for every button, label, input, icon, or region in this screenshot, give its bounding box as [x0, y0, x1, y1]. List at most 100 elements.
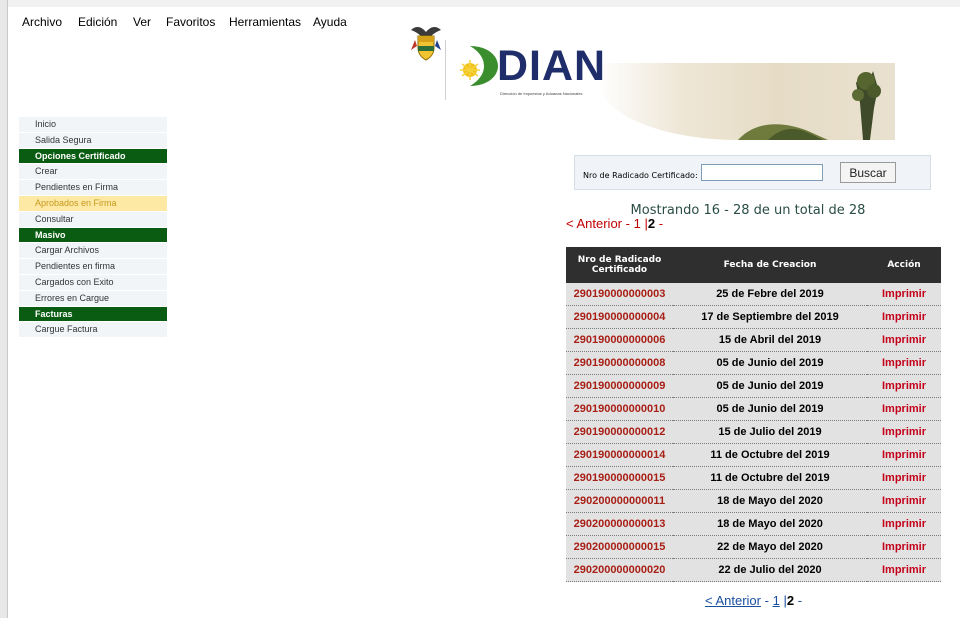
sidebar-item-pendientes-en-firma[interactable]: Pendientes en Firma — [19, 180, 167, 196]
fecha-cell: 18 de Mayo del 2020 — [673, 512, 867, 536]
imprimir-link[interactable]: Imprimir — [867, 558, 941, 582]
menu-archivo[interactable]: Archivo — [22, 15, 62, 29]
pager-bottom-page-1-link[interactable]: 1 — [773, 593, 780, 608]
imprimir-link[interactable]: Imprimir — [867, 489, 941, 513]
imprimir-link[interactable]: Imprimir — [867, 512, 941, 536]
radicado-number-link[interactable]: 290190000000006 — [566, 328, 673, 352]
sidebar-item-errores-en-cargue[interactable]: Errores en Cargue — [19, 291, 167, 307]
radicado-number-link[interactable]: 290190000000012 — [566, 420, 673, 444]
sidebar-item-crear[interactable]: Crear — [19, 164, 167, 180]
fecha-cell: 15 de Julio del 2019 — [673, 420, 867, 444]
sidebar-item-cargue-factura[interactable]: Cargue Factura — [19, 322, 167, 338]
coat-of-arms-logo — [405, 20, 447, 62]
sidebar-section-opciones-certificado: Opciones Certificado — [19, 149, 167, 164]
table-row: 290190000000010 05 de Junio del 2019 Impri… — [566, 397, 941, 421]
dian-logo-subtitle: Dirección de Impuestos y Aduanas Naciona… — [500, 91, 583, 96]
fecha-cell: 18 de Mayo del 2020 — [673, 489, 867, 513]
window-top-strip — [8, 0, 960, 7]
logo-divider — [445, 40, 446, 100]
radicado-number-link[interactable]: 290200000000013 — [566, 512, 673, 536]
table-row: 290190000000012 15 de Julio del 2019 Impri… — [566, 420, 941, 444]
sidebar-item-consultar[interactable]: Consultar — [19, 212, 167, 228]
imprimir-link[interactable]: Imprimir — [867, 420, 941, 444]
fecha-cell: 11 de Octubre del 2019 — [673, 466, 867, 490]
radicado-number-link[interactable]: 290190000000003 — [566, 283, 673, 306]
dian-logo-text: DIAN — [497, 42, 607, 90]
table-row: 290190000000003 25 de Febre del 2019 Impri… — [566, 283, 941, 306]
table-row: 290200000000013 18 de Mayo del 2020 Imprim… — [566, 512, 941, 536]
sidebar-item-salida-segura[interactable]: Salida Segura — [19, 133, 167, 149]
imprimir-link[interactable]: Imprimir — [867, 374, 941, 398]
imprimir-link[interactable]: Imprimir — [867, 535, 941, 559]
sidebar-section-facturas: Facturas — [19, 307, 167, 322]
menu-ver[interactable]: Ver — [133, 15, 151, 29]
radicado-number-link[interactable]: 290200000000020 — [566, 558, 673, 582]
menu-herramientas[interactable]: Herramientas — [229, 15, 301, 29]
pager-top: < Anterior - 1 |2 - — [566, 216, 663, 231]
radicado-number-link[interactable]: 290200000000015 — [566, 535, 673, 559]
imprimir-link[interactable]: Imprimir — [867, 283, 941, 306]
table-row: 290190000000014 11 de Octubre del 2019 Imp… — [566, 443, 941, 467]
sidebar-item-pendientes-firma-masivo[interactable]: Pendientes en firma — [19, 259, 167, 275]
landscape-image — [598, 71, 881, 140]
fecha-cell: 05 de Junio del 2019 — [673, 374, 867, 398]
fecha-cell: 11 de Octubre del 2019 — [673, 443, 867, 467]
col-header-accion: Acción — [867, 247, 941, 283]
radicado-number-link[interactable]: 290190000000004 — [566, 305, 673, 329]
pager-prev-link[interactable]: < Anterior — [566, 216, 622, 231]
radicado-number-link[interactable]: 290200000000011 — [566, 489, 673, 513]
table-row: 290190000000006 15 de Abril del 2019 Impri… — [566, 328, 941, 352]
imprimir-link[interactable]: Imprimir — [867, 466, 941, 490]
fecha-cell: 22 de Mayo del 2020 — [673, 535, 867, 559]
imprimir-link[interactable]: Imprimir — [867, 443, 941, 467]
sidebar-item-inicio[interactable]: Inicio — [19, 117, 167, 133]
menu-ayuda[interactable]: Ayuda — [313, 15, 347, 29]
imprimir-link[interactable]: Imprimir — [867, 328, 941, 352]
pager-current-page: 2 — [647, 216, 656, 231]
menu-favoritos[interactable]: Favoritos — [166, 15, 215, 29]
imprimir-link[interactable]: Imprimir — [867, 351, 941, 375]
imprimir-link[interactable]: Imprimir — [867, 305, 941, 329]
search-label: Nro de Radicado Certificado: — [583, 171, 698, 180]
radicado-number-link[interactable]: 290190000000015 — [566, 466, 673, 490]
pager-page-1-link[interactable]: 1 — [634, 216, 641, 231]
radicado-number-link[interactable]: 290190000000009 — [566, 374, 673, 398]
fecha-cell: 22 de Julio del 2020 — [673, 558, 867, 582]
results-header-row: Nro de Radicado Certificado Fecha de Cre… — [566, 247, 941, 283]
col-header-nro-radicado: Nro de Radicado Certificado — [566, 247, 673, 283]
pager-bottom-trail: - — [797, 593, 803, 608]
buscar-button[interactable]: Buscar — [840, 162, 896, 183]
pager-bottom-sep: - — [764, 593, 769, 608]
results-table: Nro de Radicado Certificado Fecha de Cre… — [566, 247, 941, 582]
sidebar-section-masivo: Masivo — [19, 228, 167, 243]
menubar: Archivo Edición Ver Favoritos Herramient… — [8, 7, 960, 31]
landscape-banner — [598, 63, 895, 140]
search-panel: Nro de Radicado Certificado: Buscar — [574, 155, 931, 190]
pager-bottom-prev-link[interactable]: < Anterior — [705, 593, 761, 608]
table-row: 290190000000009 05 de Junio del 2019 Impri… — [566, 374, 941, 398]
table-row: 290190000000004 17 de Septiembre del 2019… — [566, 305, 941, 329]
menu-edicion[interactable]: Edición — [78, 15, 117, 29]
sidebar-item-aprobados-en-firma[interactable]: Aprobados en Firma — [19, 196, 167, 212]
pager-bottom-current-page: 2 — [786, 593, 795, 608]
table-row: 290200000000015 22 de Mayo del 2020 Imprim… — [566, 535, 941, 559]
fecha-cell: 05 de Junio del 2019 — [673, 397, 867, 421]
imprimir-link[interactable]: Imprimir — [867, 397, 941, 421]
radicado-number-link[interactable]: 290190000000014 — [566, 443, 673, 467]
dian-emblem-icon — [458, 44, 498, 93]
radicado-number-link[interactable]: 290190000000010 — [566, 397, 673, 421]
col-header-fecha: Fecha de Creacion — [673, 247, 867, 283]
sidebar-item-cargar-archivos[interactable]: Cargar Archivos — [19, 243, 167, 259]
radicado-number-link[interactable]: 290190000000008 — [566, 351, 673, 375]
table-row: 290190000000008 05 de Junio del 2019 Impri… — [566, 351, 941, 375]
table-row: 290200000000011 18 de Mayo del 2020 Imprim… — [566, 489, 941, 513]
window-left-edge — [0, 0, 8, 618]
fecha-cell: 25 de Febre del 2019 — [673, 283, 867, 306]
sidebar-item-cargados-con-exito[interactable]: Cargados con Exito — [19, 275, 167, 291]
table-row: 290200000000020 22 de Julio del 2020 Impri… — [566, 558, 941, 582]
fecha-cell: 15 de Abril del 2019 — [673, 328, 867, 352]
fecha-cell: 17 de Septiembre del 2019 — [673, 305, 867, 329]
table-row: 290190000000015 11 de Octubre del 2019 Imp… — [566, 466, 941, 490]
pager-sep: - — [625, 216, 630, 231]
radicado-search-input[interactable] — [701, 164, 823, 181]
